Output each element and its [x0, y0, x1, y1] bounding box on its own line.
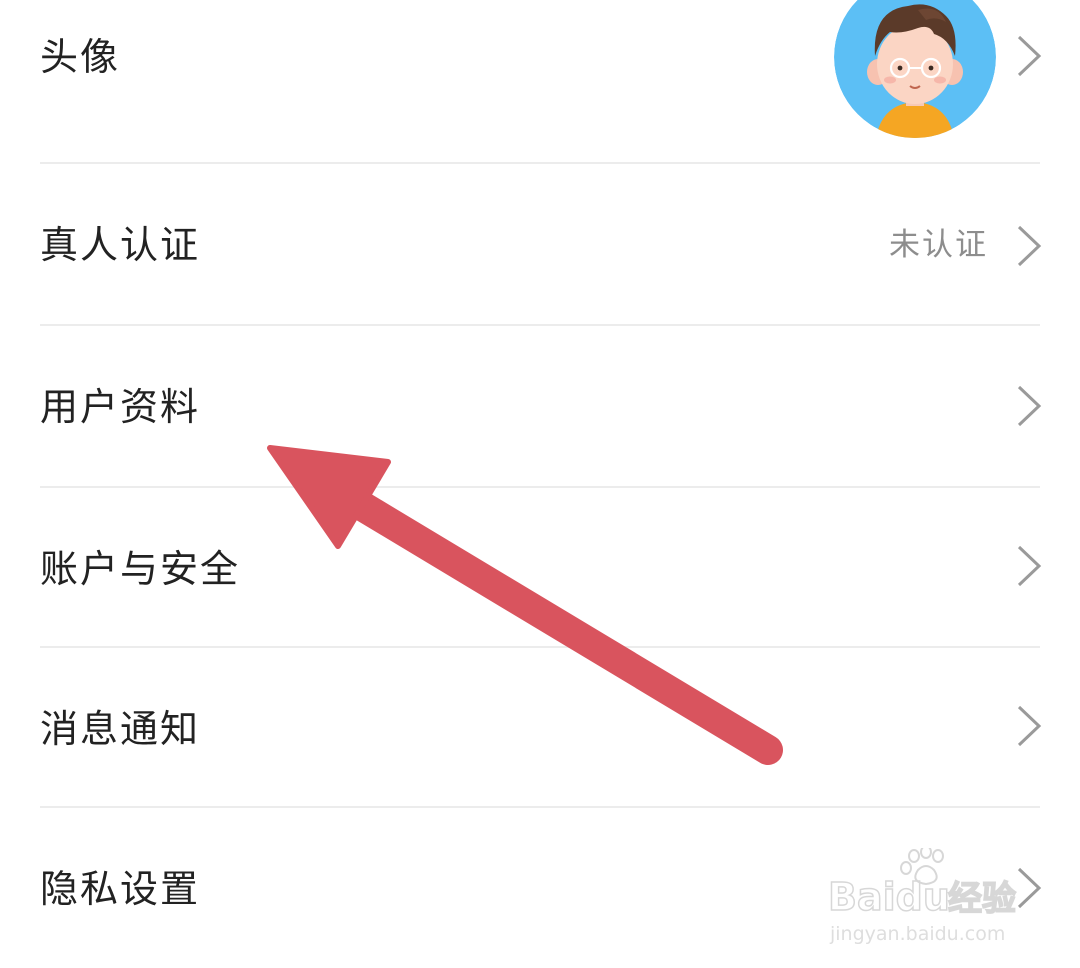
row-label-real-name-verification: 真人认证 [40, 223, 201, 267]
avatar [834, 0, 996, 138]
chevron-right-icon [1017, 705, 1042, 747]
chevron-right-icon [1017, 225, 1042, 267]
row-label-avatar: 头像 [40, 35, 121, 79]
chevron-right-icon [1017, 867, 1042, 909]
settings-row-user-profile[interactable]: 用户资料 [0, 326, 1080, 486]
chevron-right-icon [1017, 385, 1042, 427]
chevron-right-icon [1017, 35, 1042, 77]
avatar-illustration [834, 0, 996, 138]
verification-status: 未认证 [889, 227, 988, 263]
row-label-user-profile: 用户资料 [40, 385, 201, 429]
settings-screen: 头像 真人认证 未认证 用户资料 账户与安全 消息通知 隐私设置 Baidu 经… [0, 0, 1080, 968]
row-label-privacy: 隐私设置 [40, 867, 201, 911]
chevron-right-icon [1017, 545, 1042, 587]
row-label-notifications: 消息通知 [40, 707, 201, 751]
row-label-account-security: 账户与安全 [40, 547, 241, 591]
settings-row-privacy[interactable]: 隐私设置 [0, 808, 1080, 968]
settings-row-account-security[interactable]: 账户与安全 [0, 488, 1080, 646]
settings-row-avatar[interactable]: 头像 [0, 0, 1080, 162]
settings-row-notifications[interactable]: 消息通知 [0, 648, 1080, 806]
settings-row-real-name-verification[interactable]: 真人认证 未认证 [0, 164, 1080, 324]
